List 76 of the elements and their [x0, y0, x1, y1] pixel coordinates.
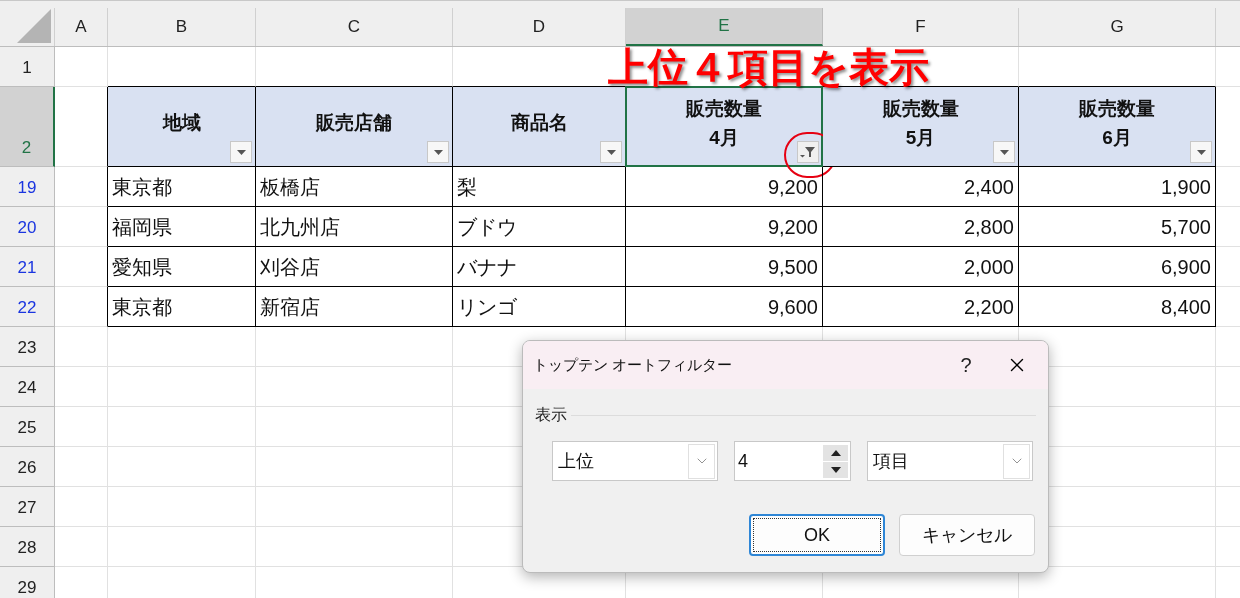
column-heading: 販売店舗: [316, 113, 392, 132]
caret-down-icon: [1196, 149, 1206, 155]
row-header[interactable]: 27: [0, 487, 55, 527]
column-heading: 販売数量: [882, 98, 959, 118]
column-header[interactable]: C: [256, 8, 453, 46]
table-cell-text: 1,900: [1160, 174, 1211, 200]
column-header[interactable]: A: [55, 8, 108, 46]
spin-down-button[interactable]: [823, 461, 848, 478]
dialog-title: トップテン オートフィルター: [533, 354, 734, 375]
filter-dropdown-button[interactable]: [993, 141, 1015, 163]
row-header[interactable]: 22: [0, 287, 55, 327]
row-header[interactable]: 29: [0, 567, 55, 598]
row-header[interactable]: 2: [0, 87, 55, 167]
row-header[interactable]: 28: [0, 527, 55, 567]
caret-up-icon: [830, 449, 841, 456]
caret-down-icon: [830, 466, 841, 473]
table-cell-text: 板橋店: [260, 174, 320, 200]
help-button[interactable]: ?: [946, 350, 986, 380]
table-cell-text: 9,500: [767, 254, 818, 280]
spin-up-button[interactable]: [823, 444, 848, 461]
column-heading: 販売数量: [1079, 98, 1155, 118]
row-header[interactable]: 26: [0, 447, 55, 487]
column-heading: 販売数量: [686, 98, 762, 118]
row-header[interactable]: 23: [0, 327, 55, 367]
filter-dropdown-button[interactable]: [1190, 141, 1212, 163]
table-cell-text: リンゴ: [457, 294, 517, 320]
table-cell-text: 梨: [457, 174, 477, 200]
table-cell-text: 刈谷店: [260, 254, 320, 280]
caret-down-icon: [606, 149, 616, 155]
table-cell-text: 東京都: [112, 174, 172, 200]
row-header[interactable]: 25: [0, 407, 55, 447]
row-header[interactable]: 24: [0, 367, 55, 407]
group-label: 表示: [535, 405, 567, 425]
count-spin-field[interactable]: 4: [734, 441, 851, 481]
table-cell-text: 9,200: [767, 174, 818, 200]
column-heading: 6月: [1102, 127, 1132, 147]
filter-icon: [800, 146, 816, 158]
table-cell-text: 北九州店: [260, 214, 340, 240]
table-cell-text: 東京都: [112, 294, 172, 320]
filter-dropdown-button[interactable]: [600, 141, 622, 163]
active-filter-button[interactable]: [797, 141, 819, 163]
caret-down-icon: [433, 149, 443, 155]
table-cell-text: 新宿店: [260, 294, 320, 320]
ok-button[interactable]: OK: [749, 514, 885, 556]
table-cell-text: 5,700: [1160, 214, 1211, 240]
column-header[interactable]: B: [108, 8, 256, 46]
row-header[interactable]: 20: [0, 207, 55, 247]
table-cell-text: 2,000: [963, 254, 1014, 280]
filter-dropdown-button[interactable]: [230, 141, 252, 163]
caret-down-icon: [236, 149, 246, 155]
table-cell-text: 2,800: [963, 214, 1014, 240]
column-heading: 地域: [162, 113, 201, 132]
cancel-button[interactable]: キャンセル: [899, 514, 1035, 556]
table-cell-text: 9,600: [767, 294, 818, 320]
unit-dropdown[interactable]: 項目: [867, 441, 1033, 481]
order-dropdown[interactable]: 上位: [552, 441, 718, 481]
table-cell-text: 9,200: [767, 214, 818, 240]
table-cell-text: 福岡県: [112, 214, 172, 240]
row-header[interactable]: 19: [0, 167, 55, 207]
column-heading: 5月: [905, 127, 936, 147]
table-cell-text: 6,900: [1160, 254, 1211, 280]
column-heading: 4月: [709, 127, 739, 147]
row-header[interactable]: 1: [0, 47, 55, 87]
filter-dropdown-button[interactable]: [427, 141, 449, 163]
caret-down-icon: [999, 149, 1009, 155]
column-header[interactable]: F: [823, 8, 1019, 46]
column-header[interactable]: E: [626, 8, 823, 46]
table-cell-text: 愛知県: [112, 254, 172, 280]
table-cell-text: 8,400: [1160, 294, 1211, 320]
table-cell-text: ブドウ: [457, 214, 517, 240]
column-heading: 商品名: [510, 113, 568, 132]
table-cell-text: バナナ: [457, 254, 517, 280]
table-cell-text: 2,400: [963, 174, 1014, 200]
row-header[interactable]: 21: [0, 247, 55, 287]
table-cell-text: 2,200: [963, 294, 1014, 320]
column-header[interactable]: G: [1019, 8, 1216, 46]
